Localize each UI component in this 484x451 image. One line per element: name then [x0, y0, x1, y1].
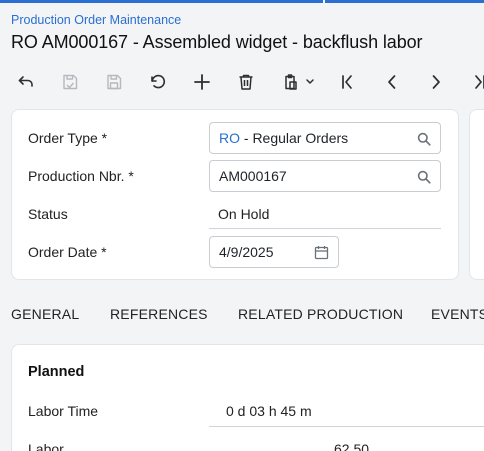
summary-card-secondary	[469, 109, 484, 280]
labor-time-value: 0 d 03 h 45 m	[226, 403, 312, 419]
next-record-icon	[432, 75, 440, 89]
tab-references[interactable]: REFERENCES	[110, 306, 208, 322]
order-type-code[interactable]: RO	[219, 130, 240, 146]
status-value: On Hold	[218, 206, 270, 222]
labor-time-underline	[209, 426, 484, 427]
copy-paste-button[interactable]	[279, 70, 317, 94]
production-nbr-field[interactable]: AM000167	[209, 160, 441, 192]
undo-icon	[18, 76, 33, 87]
last-record-icon	[475, 75, 484, 89]
planned-section-title: Planned	[28, 364, 85, 380]
screen-title[interactable]: Production Order Maintenance	[11, 13, 181, 27]
order-type-label: Order Type *	[28, 130, 107, 146]
top-accent-bar	[0, 0, 484, 3]
calendar-icon[interactable]	[314, 245, 329, 263]
labor-time-label: Labor Time	[28, 403, 99, 419]
production-nbr-label: Production Nbr. *	[28, 168, 134, 184]
cancel-changes-icon	[151, 74, 166, 89]
tab-related-production[interactable]: RELATED PRODUCTION	[238, 306, 403, 322]
status-underline	[209, 228, 441, 229]
general-panel	[11, 344, 484, 451]
required-marker: *	[101, 130, 108, 146]
required-marker: *	[128, 168, 134, 184]
tab-general[interactable]: GENERAL	[11, 306, 79, 322]
add-button[interactable]	[189, 70, 215, 94]
order-date-label: Order Date *	[28, 244, 107, 260]
order-type-label-text: Order Type	[28, 130, 98, 146]
copy-paste-icon	[285, 74, 314, 90]
previous-record-button[interactable]	[379, 70, 405, 94]
production-nbr-label-text: Production Nbr.	[28, 168, 125, 184]
tab-bar: GENERAL REFERENCES RELATED PRODUCTION EV…	[0, 306, 484, 328]
labor-label: Labor	[28, 441, 64, 451]
search-icon[interactable]	[417, 170, 431, 187]
first-record-icon	[342, 75, 352, 89]
search-icon[interactable]	[417, 132, 431, 149]
previous-record-icon	[388, 75, 396, 89]
save-icon	[107, 74, 122, 90]
document-title: RO AM000167 - Assembled widget - backflu…	[11, 32, 423, 52]
order-date-field[interactable]: 4/9/2025	[209, 236, 339, 268]
order-date-label-text: Order Date	[28, 244, 98, 260]
save-close-button[interactable]	[57, 70, 83, 94]
production-nbr-value: AM000167	[219, 168, 287, 184]
status-label: Status	[28, 206, 68, 222]
first-record-button[interactable]	[335, 70, 361, 94]
undo-button[interactable]	[13, 70, 39, 94]
save-button[interactable]	[101, 70, 127, 94]
required-marker: *	[101, 244, 107, 260]
toolbar	[0, 66, 484, 96]
labor-value: 62.50	[334, 441, 370, 451]
order-type-field[interactable]: RO - Regular Orders	[209, 122, 441, 154]
cancel-changes-button[interactable]	[145, 70, 171, 94]
tab-events[interactable]: EVENTS	[431, 306, 484, 322]
last-record-button[interactable]	[466, 70, 484, 94]
add-icon	[194, 74, 210, 90]
next-record-button[interactable]	[423, 70, 449, 94]
delete-icon	[239, 74, 253, 90]
order-type-description: - Regular Orders	[240, 130, 349, 146]
order-date-value: 4/9/2025	[219, 244, 274, 260]
save-close-icon	[63, 74, 78, 90]
delete-button[interactable]	[233, 70, 259, 94]
